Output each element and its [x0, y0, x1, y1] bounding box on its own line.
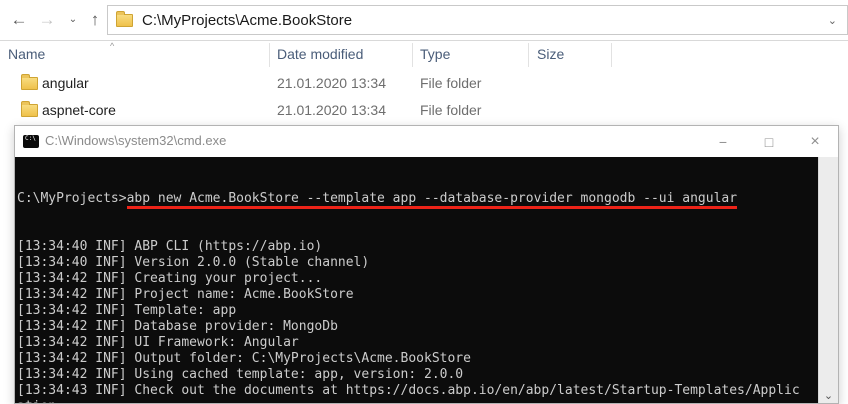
- file-date-modified: 21.01.2020 13:34: [277, 75, 386, 91]
- sort-ascending-icon: ^: [110, 41, 114, 51]
- column-divider[interactable]: [528, 43, 529, 67]
- file-row-aspnet-core[interactable]: aspnet-core 21.01.2020 13:34 File folder: [0, 97, 620, 124]
- folder-icon: [116, 14, 133, 27]
- column-divider[interactable]: [269, 43, 270, 67]
- file-date-modified: 21.01.2020 13:34: [277, 102, 386, 118]
- cmd-window: C:\ C:\Windows\system32\cmd.exe − □ × C:…: [14, 125, 839, 404]
- column-divider[interactable]: [611, 43, 612, 67]
- console-line: [13:34:40 INF] ABP CLI (https://abp.io): [17, 239, 818, 255]
- console-output-area: C:\MyProjects>abp new Acme.BookStore --t…: [15, 157, 818, 403]
- file-type: File folder: [420, 75, 481, 91]
- folder-icon: [21, 104, 38, 117]
- minimize-button[interactable]: −: [700, 126, 746, 157]
- address-bar[interactable]: C:\MyProjects\Acme.BookStore ⌄: [107, 5, 848, 35]
- console-line: [13:34:40 INF] Version 2.0.0 (Stable cha…: [17, 255, 818, 271]
- console-line: [13:34:42 INF] Database provider: MongoD…: [17, 319, 818, 335]
- console-line: [13:34:42 INF] Project name: Acme.BookSt…: [17, 287, 818, 303]
- column-header-name[interactable]: Name: [8, 46, 45, 62]
- column-header-row: ^ Name Date modified Type Size: [0, 41, 848, 68]
- console-line: [13:34:42 INF] Output folder: C:\MyProje…: [17, 351, 818, 367]
- console-line: [13:34:42 INF] Using cached template: ap…: [17, 367, 818, 383]
- file-name[interactable]: aspnet-core: [42, 102, 116, 118]
- file-type: File folder: [420, 102, 481, 118]
- column-header-date-modified[interactable]: Date modified: [277, 46, 363, 62]
- maximize-button[interactable]: □: [746, 126, 792, 157]
- file-row-angular[interactable]: angular 21.01.2020 13:34 File folder: [0, 70, 620, 97]
- explorer-navbar: ← → ⌄ ↑ C:\MyProjects\Acme.BookStore ⌄: [0, 0, 848, 41]
- window-controls: − □ ×: [700, 126, 838, 157]
- console-prompt: C:\MyProjects>: [17, 191, 127, 206]
- column-divider[interactable]: [412, 43, 413, 67]
- up-icon[interactable]: ↑: [82, 6, 108, 34]
- address-path[interactable]: C:\MyProjects\Acme.BookStore: [142, 12, 352, 29]
- column-header-size[interactable]: Size: [537, 46, 564, 62]
- console-command-line: C:\MyProjects>abp new Acme.BookStore --t…: [17, 191, 818, 207]
- cmd-window-title: C:\Windows\system32\cmd.exe: [45, 133, 226, 148]
- scrollbar-down-icon[interactable]: ⌄: [819, 389, 838, 402]
- cmd-icon: C:\: [23, 135, 39, 148]
- file-name[interactable]: angular: [42, 75, 89, 91]
- console-line: [13:34:42 INF] UI Framework: Angular: [17, 335, 818, 351]
- console-scrollbar[interactable]: ⌄: [818, 157, 838, 403]
- address-dropdown-chevron-icon[interactable]: ⌄: [828, 14, 837, 27]
- console-line: [13:34:43 INF] Check out the documents a…: [17, 383, 818, 399]
- console-line: [13:34:42 INF] Template: app: [17, 303, 818, 319]
- console-output: [13:34:40 INF] ABP CLI (https://abp.io)[…: [17, 239, 818, 403]
- cmd-titlebar[interactable]: C:\ C:\Windows\system32\cmd.exe − □ ×: [15, 126, 838, 157]
- close-button[interactable]: ×: [792, 126, 838, 157]
- folder-icon: [21, 77, 38, 90]
- console-command-underlined: abp new Acme.BookStore --template app --…: [127, 191, 737, 206]
- forward-icon[interactable]: →: [34, 6, 60, 34]
- back-icon[interactable]: ←: [6, 6, 32, 34]
- console-line: ation: [17, 399, 818, 403]
- column-header-type[interactable]: Type: [420, 46, 450, 62]
- console-line: [13:34:42 INF] Creating your project...: [17, 271, 818, 287]
